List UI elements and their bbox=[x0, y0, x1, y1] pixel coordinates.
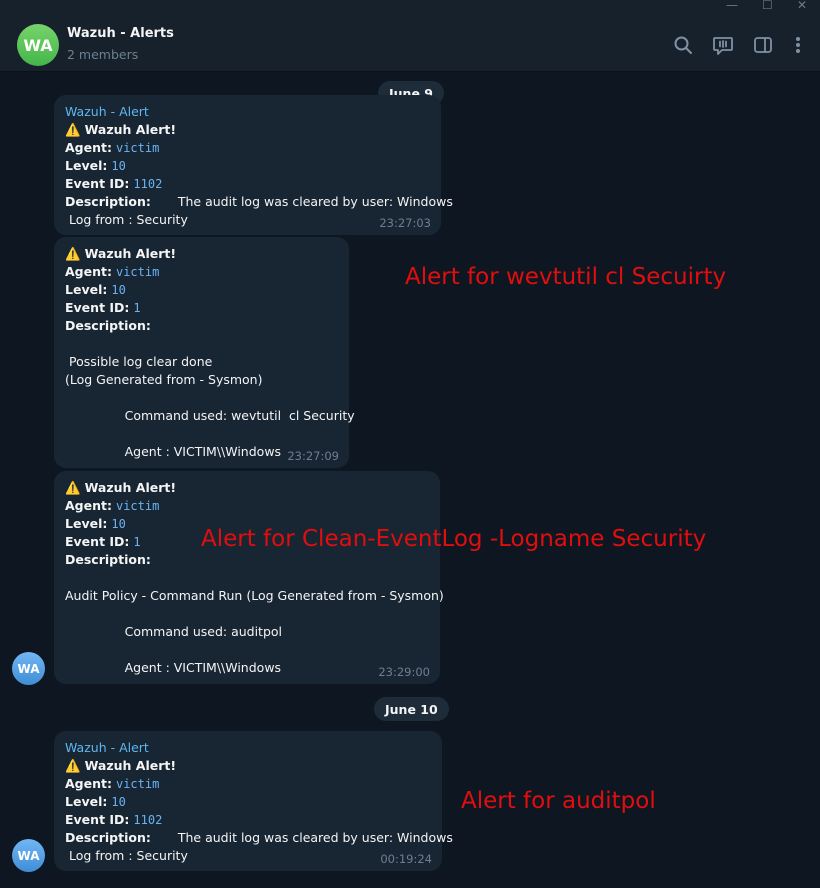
message-bubble[interactable]: ⚠️ Wazuh Alert! Agent: victim Level: 10 … bbox=[54, 237, 355, 468]
description-line: Possible log clear done bbox=[65, 354, 213, 369]
description-line bbox=[65, 641, 429, 659]
event-id-value: 1102 bbox=[133, 813, 163, 827]
warning-icon: ⚠️ bbox=[65, 758, 81, 773]
level-value: 10 bbox=[111, 795, 126, 809]
field-label: Description: bbox=[65, 194, 151, 209]
maximize-button[interactable]: ☐ bbox=[762, 0, 773, 12]
message-time: 23:29:00 bbox=[378, 665, 430, 679]
field-label: Agent: bbox=[65, 264, 112, 279]
video-chat-icon[interactable] bbox=[712, 34, 734, 56]
description-line: Log from : Security bbox=[65, 848, 188, 863]
annotation-clear-eventlog: Alert for Clean-EventLog -Logname Securi… bbox=[201, 526, 707, 552]
field-label: Description: bbox=[65, 830, 151, 845]
warning-icon: ⚠️ bbox=[65, 480, 81, 495]
event-id-value: 1 bbox=[133, 535, 141, 549]
sender-avatar[interactable]: WA bbox=[12, 652, 45, 685]
description-line bbox=[65, 425, 338, 443]
message-sender[interactable]: Wazuh - Alert bbox=[65, 740, 149, 755]
message-bubble[interactable]: Wazuh - Alert ⚠️ Wazuh Alert! Agent: vic… bbox=[54, 731, 453, 871]
description-line bbox=[65, 569, 429, 587]
alert-title: Wazuh Alert! bbox=[84, 758, 177, 773]
description-line: Command used: wevtutil cl Security bbox=[65, 408, 355, 423]
more-menu-icon[interactable] bbox=[787, 34, 809, 56]
level-value: 10 bbox=[111, 283, 126, 297]
annotation-wevtutil: Alert for wevtutil cl Secuirty bbox=[405, 264, 727, 290]
description-line: Command used: auditpol bbox=[65, 624, 283, 639]
warning-icon: ⚠️ bbox=[65, 122, 81, 137]
search-icon[interactable] bbox=[672, 34, 694, 56]
field-label: Event ID: bbox=[65, 812, 130, 827]
description-line bbox=[65, 335, 338, 353]
sender-avatar[interactable]: WA bbox=[12, 839, 45, 872]
description-line: (Log Generated from - Sysmon) bbox=[65, 372, 263, 387]
alert-title: Wazuh Alert! bbox=[84, 246, 177, 261]
warning-icon: ⚠️ bbox=[65, 246, 81, 261]
message-time: 23:27:09 bbox=[287, 449, 339, 463]
minimize-button[interactable]: — bbox=[726, 0, 738, 12]
field-label: Agent: bbox=[65, 140, 112, 155]
field-label: Level: bbox=[65, 794, 108, 809]
field-label: Event ID: bbox=[65, 300, 130, 315]
message-time: 00:19:24 bbox=[380, 852, 432, 866]
message-bubble[interactable]: ⚠️ Wazuh Alert! Agent: victim Level: 10 … bbox=[54, 471, 444, 684]
date-separator: June 10 bbox=[374, 697, 449, 721]
agent-value: victim bbox=[115, 265, 160, 279]
description-line bbox=[65, 389, 338, 407]
level-value: 10 bbox=[111, 159, 126, 173]
chat-avatar[interactable]: WA bbox=[17, 24, 59, 66]
field-label: Level: bbox=[65, 158, 108, 173]
message-sender[interactable]: Wazuh - Alert bbox=[65, 104, 149, 119]
alert-title: Wazuh Alert! bbox=[84, 122, 177, 137]
chat-member-count: 2 members bbox=[67, 47, 139, 62]
close-window-button[interactable]: ✕ bbox=[797, 0, 807, 12]
message-time: 23:27:03 bbox=[379, 216, 431, 230]
field-label: Level: bbox=[65, 516, 108, 531]
description-line: Agent : VICTIM\\Windows bbox=[65, 660, 282, 675]
description-line: Audit Policy - Command Run (Log Generate… bbox=[65, 588, 444, 603]
message-bubble[interactable]: Wazuh - Alert ⚠️ Wazuh Alert! Agent: vic… bbox=[54, 95, 453, 235]
field-label: Level: bbox=[65, 282, 108, 297]
agent-value: victim bbox=[115, 499, 160, 513]
field-label: Description: bbox=[65, 552, 151, 567]
annotation-auditpol: Alert for auditpol bbox=[461, 788, 656, 814]
field-label: Event ID: bbox=[65, 176, 130, 191]
agent-value: victim bbox=[115, 777, 160, 791]
sidebar-toggle-icon[interactable] bbox=[752, 34, 774, 56]
event-id-value: 1 bbox=[133, 301, 141, 315]
event-id-value: 1102 bbox=[133, 177, 163, 191]
description-line: Log from : Security bbox=[65, 212, 188, 227]
field-label: Description: bbox=[65, 318, 151, 333]
description-line bbox=[65, 605, 429, 623]
description-text: The audit log was cleared by user: Windo… bbox=[177, 194, 453, 209]
field-label: Agent: bbox=[65, 776, 112, 791]
description-text: The audit log was cleared by user: Windo… bbox=[177, 830, 453, 845]
window-titlebar: — ☐ ✕ bbox=[0, 0, 820, 12]
level-value: 10 bbox=[111, 517, 126, 531]
chat-header: WA Wazuh - Alerts 2 members bbox=[0, 12, 820, 72]
chat-title[interactable]: Wazuh - Alerts bbox=[67, 26, 174, 41]
agent-value: victim bbox=[115, 141, 160, 155]
alert-title: Wazuh Alert! bbox=[84, 480, 177, 495]
field-label: Event ID: bbox=[65, 534, 130, 549]
field-label: Agent: bbox=[65, 498, 112, 513]
